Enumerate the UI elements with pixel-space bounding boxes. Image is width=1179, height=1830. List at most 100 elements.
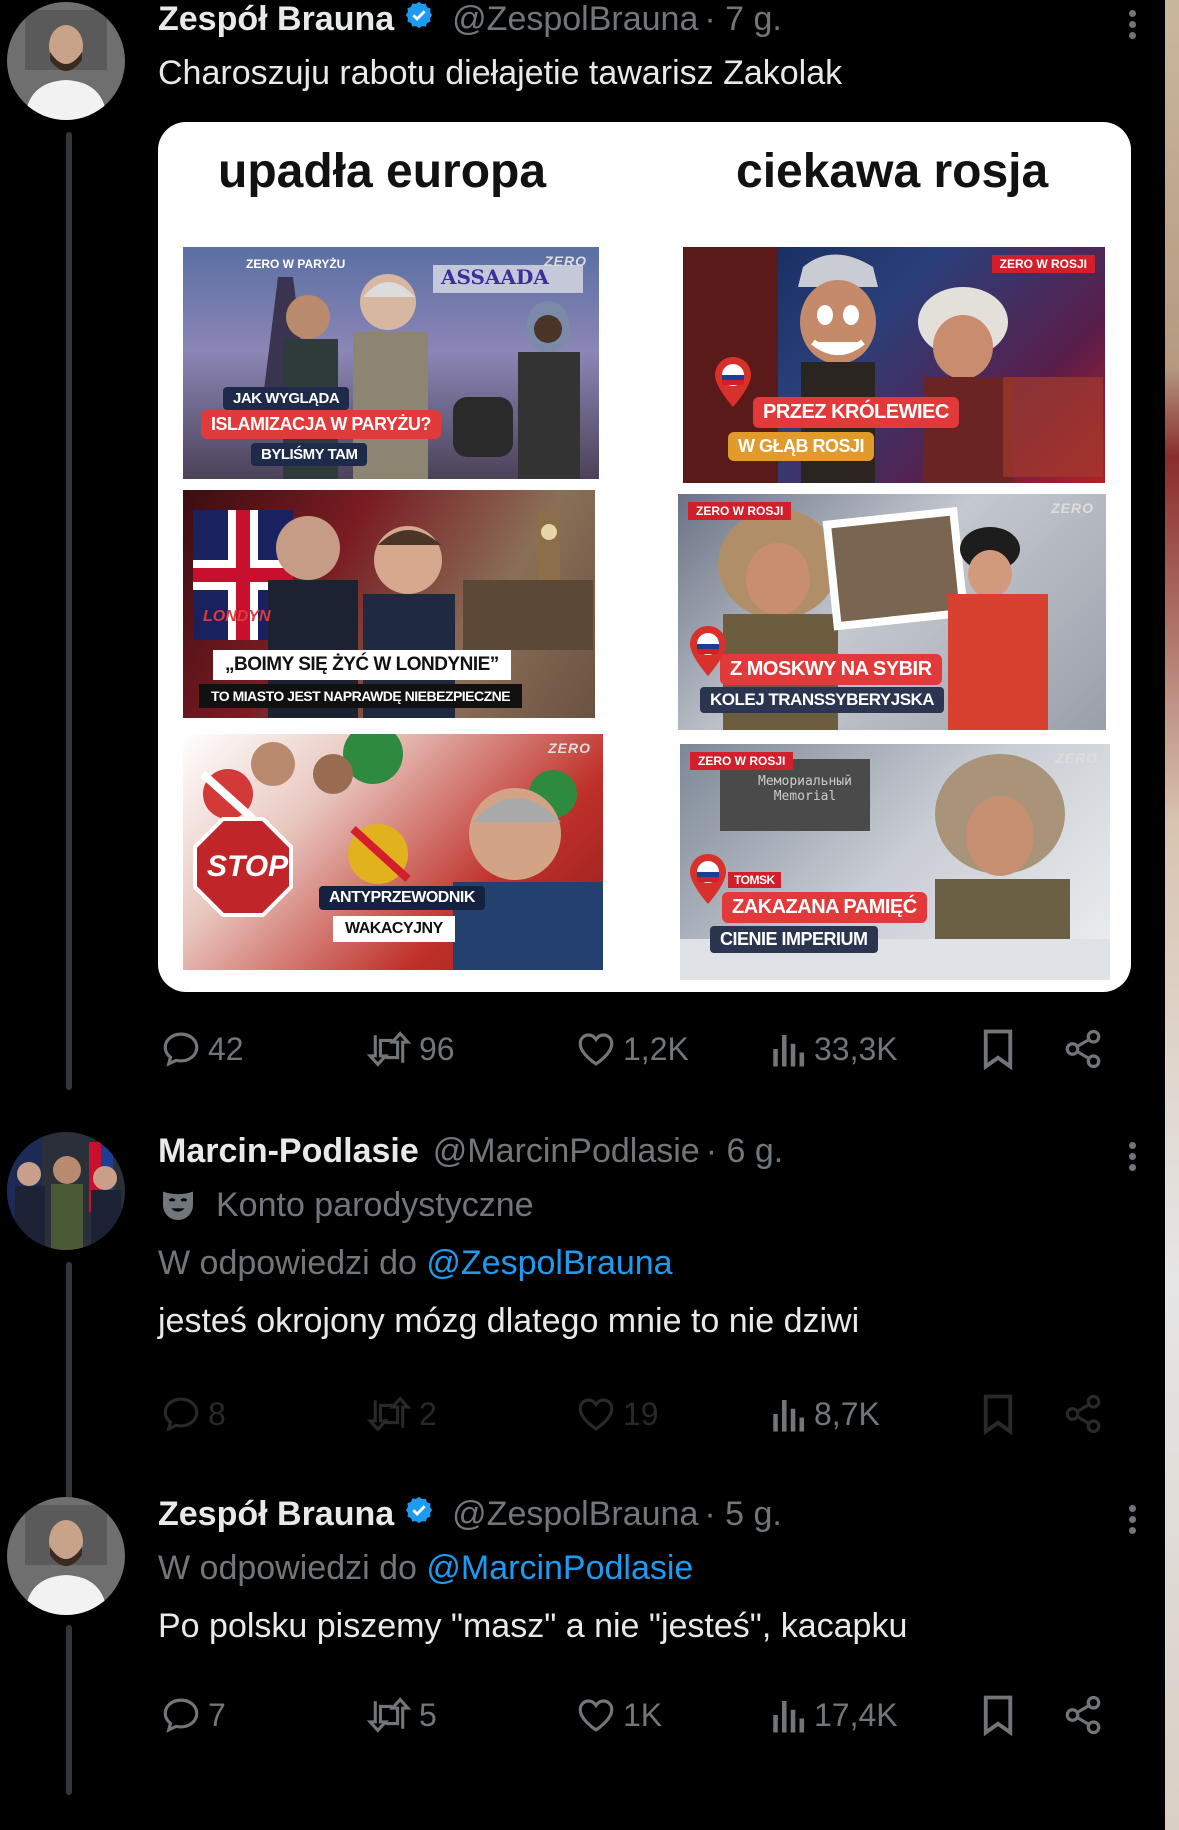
thumbnail-tomsk[interactable]: Мемориальный Memorial ZERO W ROSJI ZERO … (680, 744, 1110, 980)
caption-line: ANTYPRZEWODNIK (319, 886, 485, 910)
handle[interactable]: @MarcinPodlasie (433, 1132, 700, 1171)
avatar[interactable] (7, 1497, 125, 1615)
share-icon (1065, 1394, 1101, 1434)
display-name[interactable]: Zespół Brauna (158, 1495, 394, 1534)
views-icon (773, 1400, 805, 1432)
views-count: 33,3K (814, 1030, 898, 1067)
parody-mask-icon (163, 1191, 193, 1220)
like-icon (578, 1398, 614, 1431)
brand-logo: ZERO (1055, 750, 1098, 766)
memorial-sign: Мемориальный Memorial (758, 774, 852, 804)
reply-prefix: W odpowiedzi do (158, 1549, 417, 1587)
retweet-count: 5 (419, 1696, 437, 1733)
reply-mention[interactable]: @MarcinPodlasie (426, 1549, 693, 1587)
reply-context: W odpowiedzi do @MarcinPodlasie (158, 1546, 1139, 1590)
more-icon[interactable] (1129, 1138, 1139, 1175)
brand-logo: ZERO (544, 253, 587, 269)
views-button[interactable]: 33,3K (770, 1024, 898, 1074)
timestamp[interactable]: · 5 g. (704, 1495, 781, 1534)
stop-sign-text: STOP (207, 850, 289, 883)
display-name[interactable]: Zespół Brauna (158, 0, 394, 39)
reply-count: 8 (208, 1395, 226, 1432)
like-count: 1K (623, 1696, 663, 1733)
thumbnail-paris[interactable]: ASSAADA ZERO W PARYŻU ZERO JAK WYGLĄDA I… (183, 247, 599, 479)
more-icon[interactable] (1129, 6, 1139, 43)
caption-line: JAK WYGLĄDA (223, 387, 350, 410)
retweet-icon (366, 1396, 412, 1432)
tweet-actions: 7 5 1K 17,4K (160, 1690, 1110, 1740)
caption-line: W GŁĄB ROSJI (728, 432, 875, 461)
thread-line (66, 1625, 72, 1795)
series-tag: ZERO W ROSJI (688, 502, 792, 520)
retweet-button[interactable]: 5 (365, 1690, 437, 1740)
series-tag: ZERO W ROSJI (991, 255, 1095, 273)
views-icon (773, 1701, 805, 1733)
display-name[interactable]: Marcin-Podlasie (158, 1132, 419, 1171)
series-tag: ZERO W ROSJI (690, 752, 794, 770)
caption-line: Z MOSKWY NA SYBIR (720, 654, 942, 685)
retweet-count: 2 (419, 1395, 437, 1432)
caption-line: TOMSK (728, 872, 781, 888)
reply-prefix: W odpowiedzi do (158, 1244, 417, 1282)
tweet-text: Po polsku piszemy "masz" a nie "jesteś",… (158, 1607, 908, 1645)
reply-icon (163, 1397, 199, 1432)
retweet-button[interactable]: 96 (365, 1024, 455, 1074)
thumbnail-sybir[interactable]: ZERO W ROSJI ZERO Z MOSKWY NA SYBIR KOLE… (678, 494, 1106, 730)
views-button[interactable]: 8,7K (770, 1389, 880, 1439)
series-tag: ZERO W PARYŻU (246, 257, 346, 271)
thread-line (66, 132, 72, 1090)
right-column-title: ciekawa rosja (736, 145, 1049, 198)
tweet-media[interactable]: upadła europa ciekawa rosja ASSAADA ZERO… (158, 122, 1131, 992)
tweet-header: Zespół Brauna @ZespolBrauna · 5 g. (158, 1495, 1139, 1534)
bookmark-icon (983, 1695, 1013, 1736)
parody-label-text: Konto parodystyczne (216, 1186, 534, 1224)
more-icon[interactable] (1129, 1501, 1139, 1538)
like-button[interactable]: 1K (575, 1690, 662, 1740)
tweet[interactable]: Marcin-Podlasie @MarcinPodlasie · 6 g. K… (158, 1132, 1139, 1343)
thumbnail-krolewiec[interactable]: ZERO W ROSJI PRZEZ KRÓLEWIEC W GŁĄB ROSJ… (683, 247, 1105, 483)
share-button[interactable] (1062, 1389, 1110, 1439)
avatar[interactable] (7, 1132, 125, 1250)
reply-button[interactable]: 8 (160, 1389, 226, 1439)
bookmark-icon (983, 1394, 1013, 1435)
reply-icon (163, 1698, 199, 1733)
reply-button[interactable]: 42 (160, 1024, 244, 1074)
shop-sign: ASSAADA (441, 265, 549, 289)
caption-line: TO MIASTO JEST NAPRAWDĘ NIEBEZPIECZNE (199, 684, 523, 708)
bookmark-icon (983, 1029, 1013, 1070)
thumbnail-london[interactable]: LONDYN „BOIMY SIĘ ŻYĆ W LONDYNIE” TO MIA… (183, 490, 595, 718)
reply-context: W odpowiedzi do @ZespolBrauna (158, 1241, 1139, 1285)
retweet-button[interactable]: 2 (365, 1389, 437, 1439)
tweet[interactable]: Zespół Brauna @ZespolBrauna · 5 g. W odp… (158, 1495, 1139, 1648)
like-button[interactable]: 19 (575, 1389, 659, 1439)
like-icon (578, 1699, 614, 1732)
tweet[interactable]: Zespół Brauna @ZespolBrauna · 7 g. Charo… (158, 0, 1139, 95)
bookmark-button[interactable] (980, 1389, 1022, 1439)
tweet-header: Marcin-Podlasie @MarcinPodlasie · 6 g. (158, 1132, 1139, 1171)
bookmark-button[interactable] (980, 1690, 1022, 1740)
handle[interactable]: @ZespolBrauna (452, 1495, 698, 1534)
share-button[interactable] (1062, 1024, 1110, 1074)
retweet-count: 96 (419, 1030, 455, 1067)
caption-line: CIENIE IMPERIUM (710, 926, 878, 953)
thumbnail-antyprzewodnik[interactable]: STOP ZERO ANTYPRZEWODNIK WAKACYJNY (183, 734, 603, 970)
reply-mention[interactable]: @ZespolBrauna (426, 1244, 672, 1282)
caption-line: BYLIŚMY TAM (251, 443, 368, 466)
share-button[interactable] (1062, 1690, 1110, 1740)
verified-icon (404, 0, 434, 39)
bookmark-button[interactable] (980, 1024, 1022, 1074)
timestamp[interactable]: · 7 g. (704, 0, 781, 39)
reply-count: 42 (208, 1030, 244, 1067)
share-icon (1065, 1695, 1101, 1735)
tweet-text: Charoszuju rabotu diełajetie tawarisz Za… (158, 54, 843, 92)
avatar[interactable] (7, 2, 125, 120)
location-pin-icon (715, 357, 751, 407)
reply-button[interactable]: 7 (160, 1690, 226, 1740)
handle[interactable]: @ZespolBrauna (452, 0, 698, 39)
caption-line: KOLEJ TRANSSYBERYJSKA (700, 687, 945, 713)
like-button[interactable]: 1,2K (575, 1024, 689, 1074)
reply-count: 7 (208, 1696, 226, 1733)
views-button[interactable]: 17,4K (770, 1690, 898, 1740)
timestamp[interactable]: · 6 g. (706, 1132, 783, 1171)
left-column-title: upadła europa (218, 145, 547, 198)
